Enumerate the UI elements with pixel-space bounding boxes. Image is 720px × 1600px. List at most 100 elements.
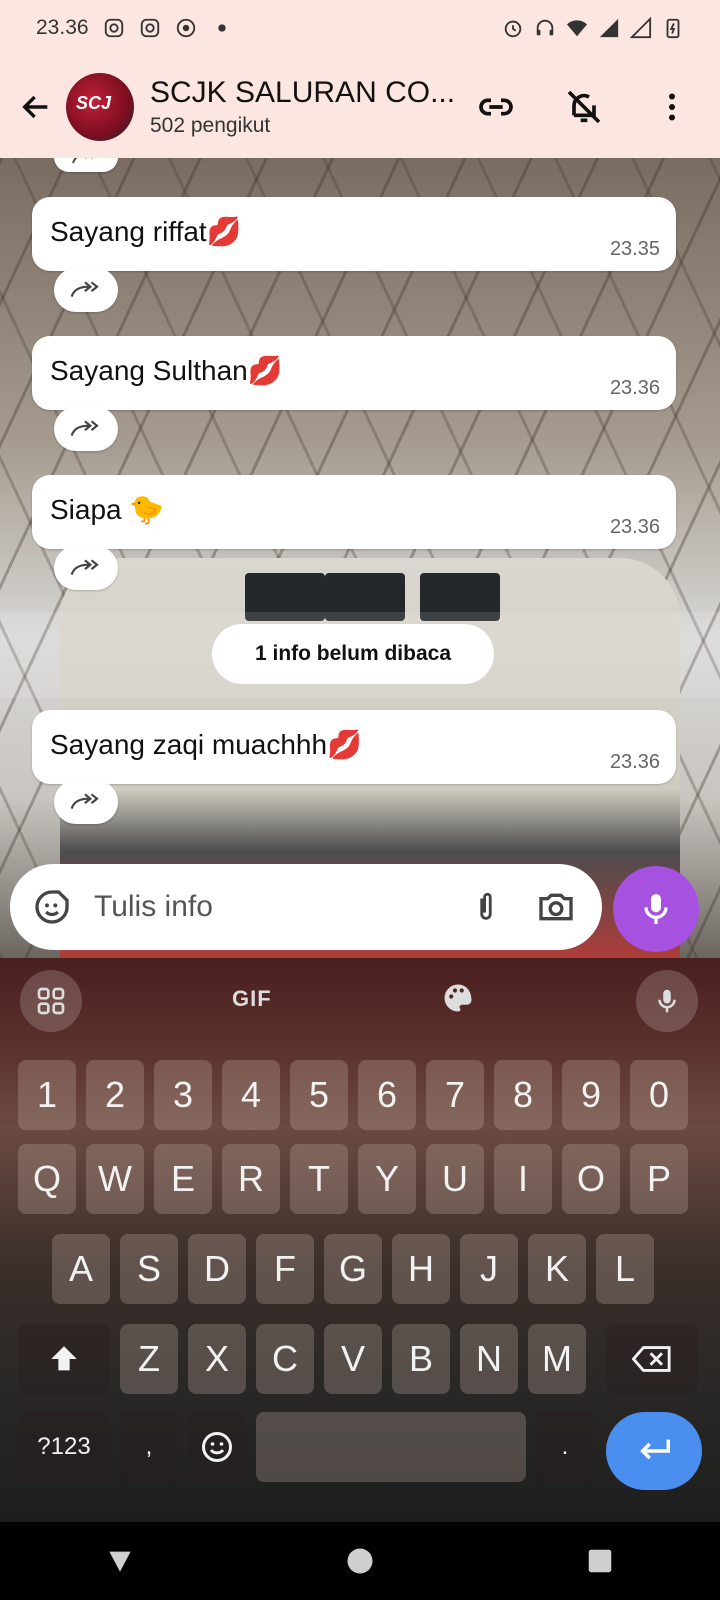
chat-area[interactable]: Sayang riffat💋 23.35 Sayang Sulthan💋 23.… <box>0 158 720 958</box>
voice-record-button[interactable] <box>613 866 699 952</box>
key[interactable]: Y <box>358 1144 416 1214</box>
channel-avatar[interactable] <box>66 73 134 141</box>
enter-key[interactable] <box>606 1412 702 1490</box>
key[interactable]: 6 <box>358 1060 416 1130</box>
camera-button[interactable] <box>532 883 580 931</box>
navigation-bar <box>0 1522 720 1600</box>
instagram-icon <box>140 18 159 38</box>
message-bubble[interactable]: Sayang Sulthan💋 23.36 <box>32 336 676 410</box>
key[interactable]: 8 <box>494 1060 552 1130</box>
emoji-key[interactable] <box>188 1412 246 1482</box>
headset-icon <box>536 19 554 36</box>
shift-key[interactable] <box>18 1324 110 1394</box>
mic-icon <box>644 894 668 924</box>
key[interactable]: 3 <box>154 1060 212 1130</box>
status-bar: 23.36 <box>0 0 720 56</box>
wifi-icon <box>566 20 588 37</box>
keyboard-apps-button[interactable] <box>20 970 82 1032</box>
symbols-key[interactable]: ?123 <box>18 1412 110 1482</box>
shift-icon <box>51 1346 77 1371</box>
key[interactable]: R <box>222 1144 280 1214</box>
circle-home-icon <box>347 1548 373 1574</box>
forward-button[interactable] <box>54 546 118 590</box>
alarm-icon <box>504 20 522 38</box>
signal-icon <box>599 18 619 38</box>
keyboard-toolbar: GIF <box>0 958 720 1044</box>
signal-icon <box>630 17 652 39</box>
link-button[interactable] <box>472 83 520 131</box>
message-time: 23.36 <box>609 751 660 773</box>
key[interactable]: 4 <box>222 1060 280 1130</box>
key[interactable]: A <box>52 1234 110 1304</box>
key[interactable]: N <box>460 1324 518 1394</box>
forward-icon <box>70 281 99 297</box>
comma-key[interactable]: , <box>120 1412 178 1482</box>
key[interactable]: C <box>256 1324 314 1394</box>
backspace-key[interactable] <box>606 1324 698 1394</box>
key[interactable]: 9 <box>562 1060 620 1130</box>
key[interactable]: 5 <box>290 1060 348 1130</box>
period-key[interactable]: . <box>536 1412 594 1482</box>
key[interactable]: X <box>188 1324 246 1394</box>
channel-title-block[interactable]: SCJK SALURAN CO... 502 pengikut <box>150 76 460 138</box>
forward-button[interactable] <box>54 780 118 824</box>
message-bubble[interactable]: Sayang zaqi muachhh💋 23.36 <box>32 710 676 784</box>
app-bar: SCJK SALURAN CO... 502 pengikut <box>0 56 720 158</box>
key[interactable]: G <box>324 1234 382 1304</box>
message-time: 23.36 <box>609 377 660 399</box>
forward-button[interactable] <box>54 158 118 172</box>
keyboard-voice-button[interactable] <box>636 970 698 1032</box>
key[interactable]: Z <box>120 1324 178 1394</box>
attach-button[interactable] <box>462 883 510 931</box>
spacebar-key[interactable] <box>256 1412 526 1482</box>
gif-button[interactable]: GIF <box>232 986 272 1012</box>
key[interactable]: P <box>630 1144 688 1214</box>
key[interactable]: J <box>460 1234 518 1304</box>
back-nav-button[interactable] <box>100 1541 140 1581</box>
key[interactable]: I <box>494 1144 552 1214</box>
key[interactable]: F <box>256 1234 314 1304</box>
message-time: 23.35 <box>609 238 660 260</box>
key[interactable]: T <box>290 1144 348 1214</box>
message-input[interactable]: Tulis info <box>94 890 462 924</box>
key[interactable]: U <box>426 1144 484 1214</box>
key[interactable]: L <box>596 1234 654 1304</box>
key[interactable]: 2 <box>86 1060 144 1130</box>
arrow-back-icon <box>22 95 48 119</box>
key[interactable]: B <box>392 1324 450 1394</box>
key[interactable]: 1 <box>18 1060 76 1130</box>
key[interactable]: O <box>562 1144 620 1214</box>
message-text: Sayang zaqi muachhh💋 <box>50 729 362 760</box>
link-icon <box>479 98 513 116</box>
message-bubble[interactable]: Sayang riffat💋 23.35 <box>32 197 676 271</box>
recents-nav-button[interactable] <box>580 1541 620 1581</box>
grid-icon <box>37 987 65 1015</box>
back-button[interactable] <box>6 77 66 137</box>
key[interactable]: 7 <box>426 1060 484 1130</box>
message-text: Sayang riffat💋 <box>50 216 242 247</box>
backspace-icon <box>632 1346 671 1372</box>
key[interactable]: Q <box>18 1144 76 1214</box>
forward-button[interactable] <box>54 407 118 451</box>
key[interactable]: E <box>154 1144 212 1214</box>
home-nav-button[interactable] <box>340 1541 380 1581</box>
key[interactable]: D <box>188 1234 246 1304</box>
key[interactable]: V <box>324 1324 382 1394</box>
sticker-icon[interactable] <box>32 887 72 927</box>
key[interactable]: S <box>120 1234 178 1304</box>
forward-icon <box>72 158 93 164</box>
key[interactable]: K <box>528 1234 586 1304</box>
message-bubble[interactable]: Siapa 🐤 23.36 <box>32 475 676 549</box>
mute-button[interactable] <box>560 83 608 131</box>
palette-icon[interactable] <box>440 980 476 1016</box>
message-text: Siapa 🐤 <box>50 494 165 525</box>
triangle-back-icon <box>109 1551 131 1572</box>
dot-icon <box>217 24 226 32</box>
chrome-icon <box>176 18 195 38</box>
key[interactable]: M <box>528 1324 586 1394</box>
forward-button[interactable] <box>54 268 118 312</box>
key[interactable]: 0 <box>630 1060 688 1130</box>
key[interactable]: H <box>392 1234 450 1304</box>
key[interactable]: W <box>86 1144 144 1214</box>
more-options-button[interactable] <box>648 83 696 131</box>
